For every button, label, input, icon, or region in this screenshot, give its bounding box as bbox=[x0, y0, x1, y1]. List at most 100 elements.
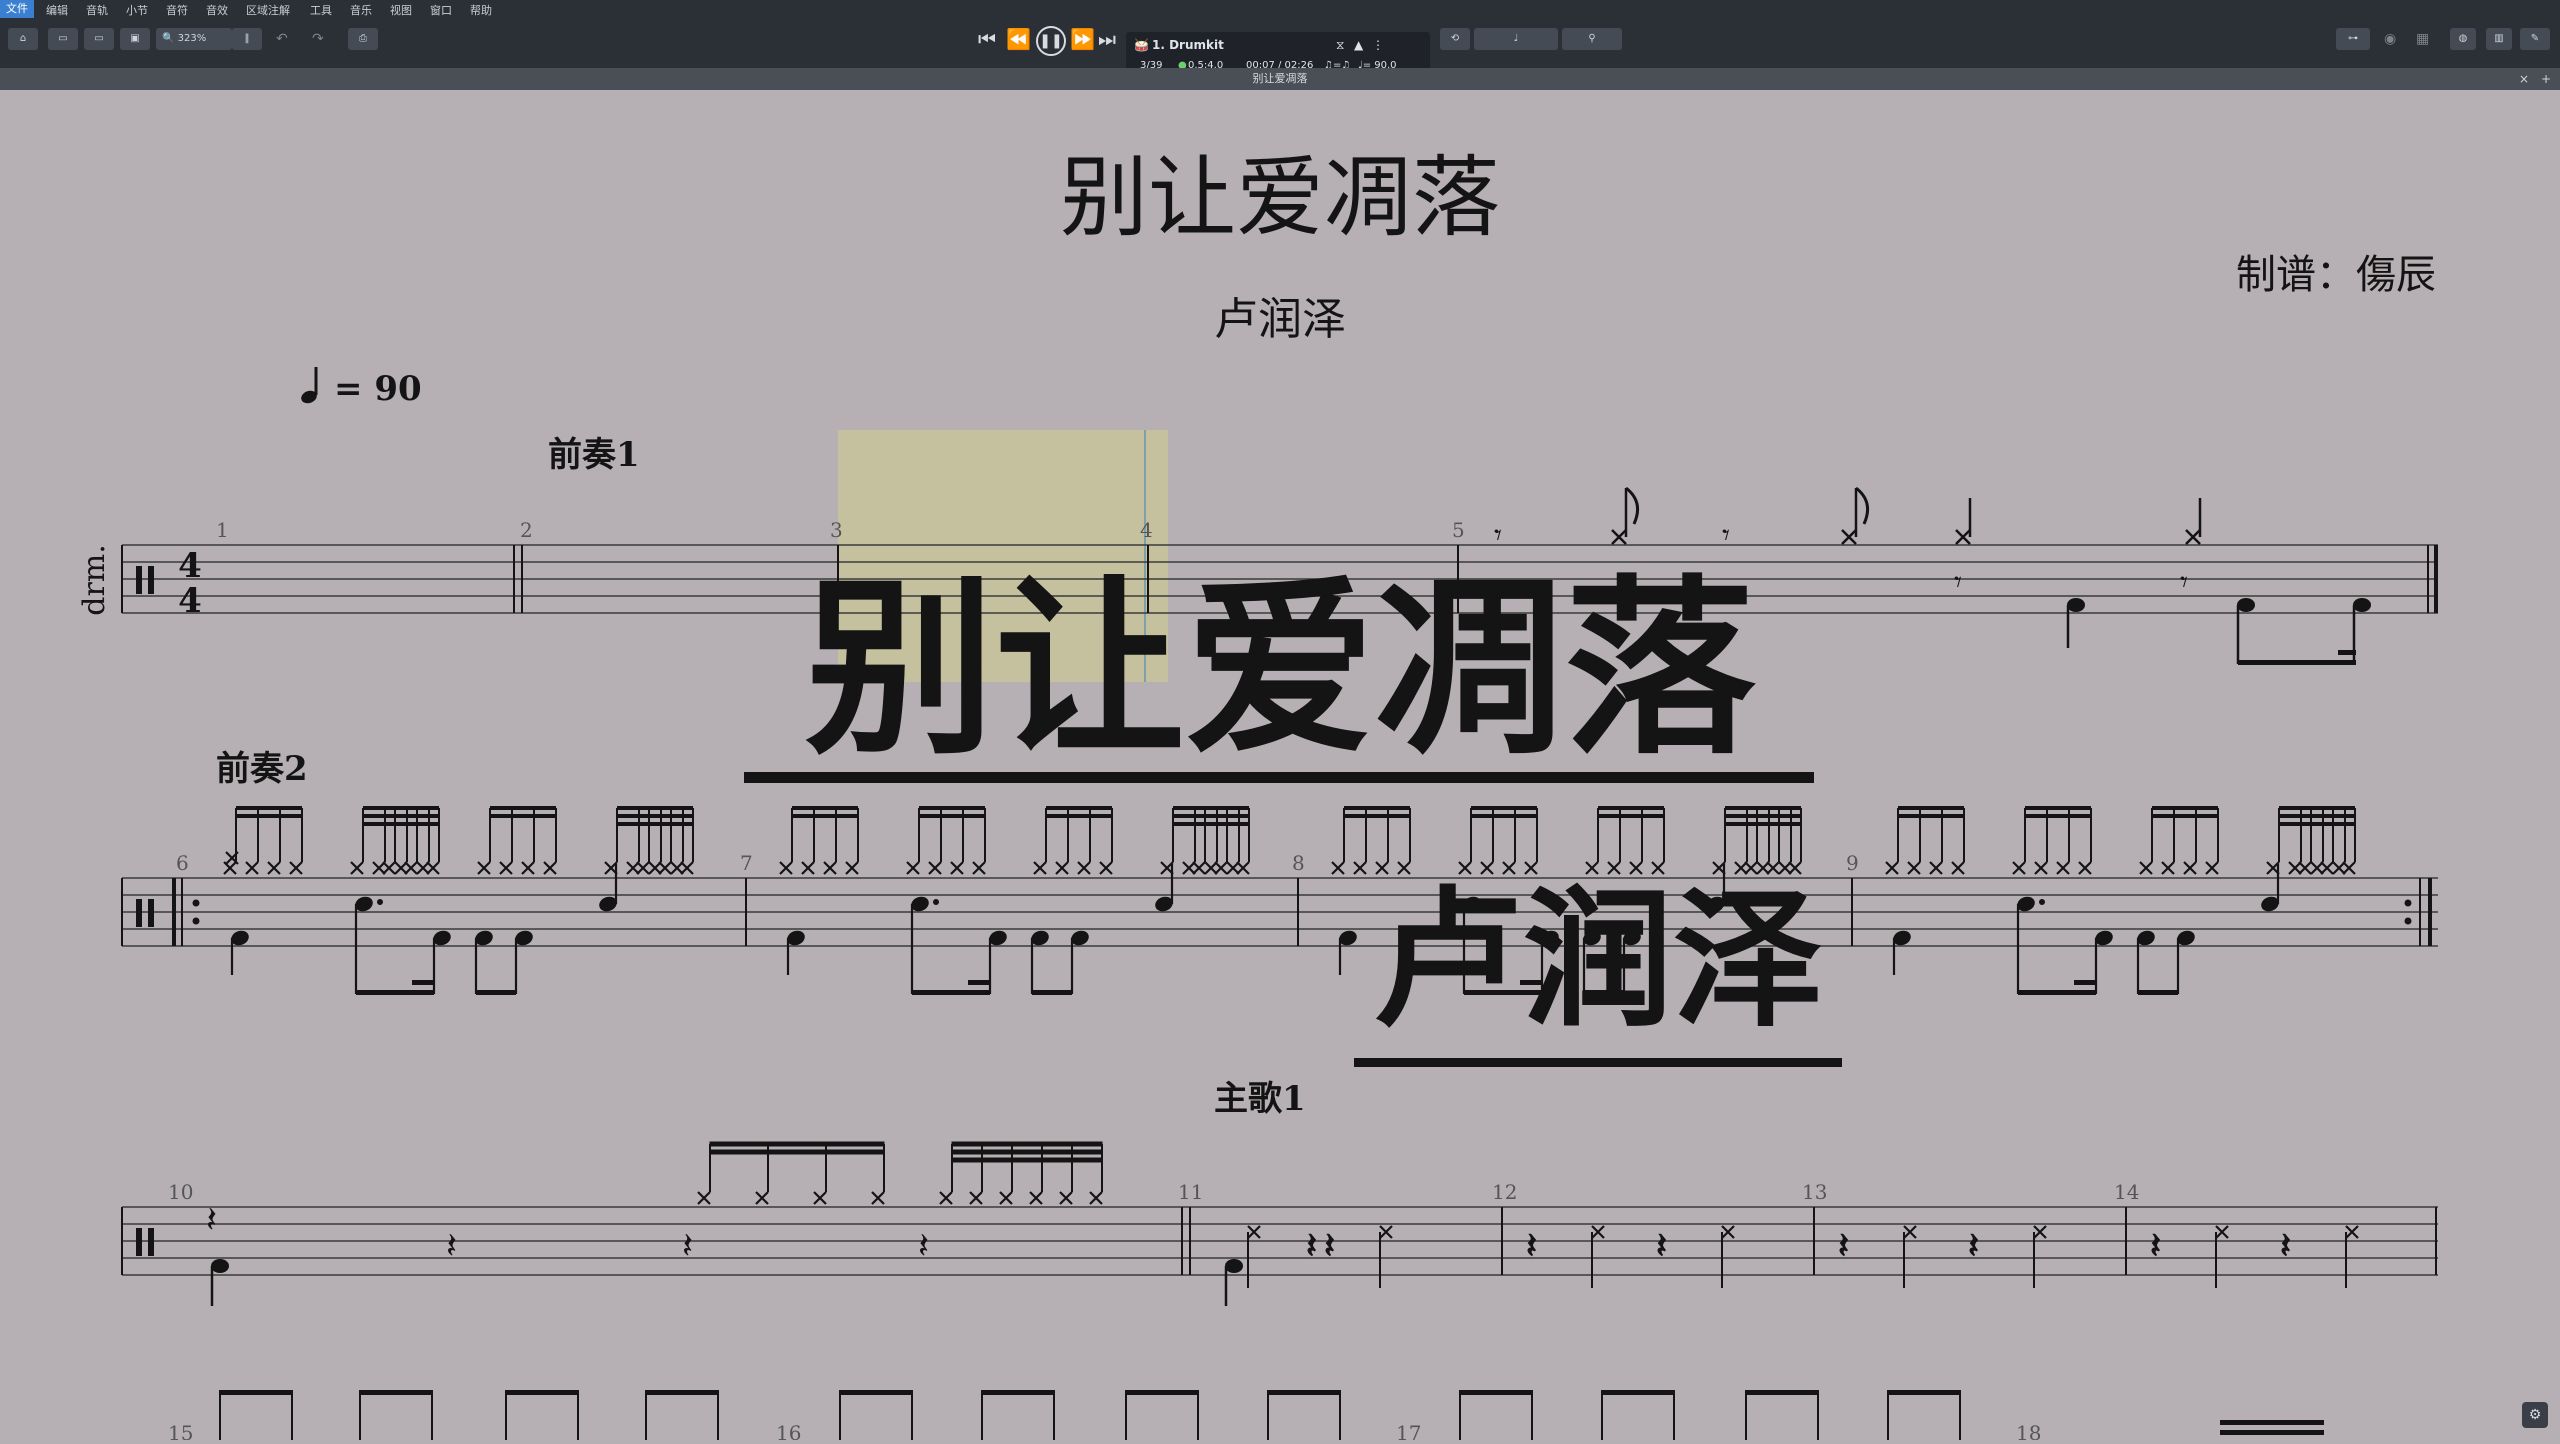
cymbal-note bbox=[499, 861, 513, 875]
score-canvas[interactable]: 别让爱凋落 卢润泽 制谱：傷辰 = 90 前奏1 前奏2 主歌1 drm. 4 … bbox=[0, 92, 2560, 1444]
loop-button[interactable]: ⟲ bbox=[1440, 28, 1470, 50]
note bbox=[1955, 529, 1971, 545]
layout-page-button[interactable]: ▭ bbox=[84, 28, 114, 50]
percussion-clef bbox=[136, 899, 154, 927]
measure-number: 10 bbox=[168, 1180, 193, 1204]
cymbal-note bbox=[477, 861, 491, 875]
cymbal-note bbox=[1903, 1225, 1917, 1239]
metronome-icon[interactable]: ⧖ bbox=[1336, 38, 1344, 53]
home-button[interactable]: ⌂ bbox=[8, 28, 38, 50]
close-tab-button[interactable]: × bbox=[2514, 68, 2534, 90]
beam bbox=[1173, 806, 1249, 810]
zoom-select[interactable]: 🔍 323% bbox=[156, 28, 232, 50]
cymbal-note bbox=[1182, 861, 1196, 875]
redo-button[interactable]: ↷ bbox=[312, 28, 324, 50]
menu-effects[interactable]: 音效 bbox=[206, 2, 228, 18]
new-tab-button[interactable]: + bbox=[2536, 68, 2556, 90]
print-button[interactable]: ⎙ bbox=[348, 28, 378, 50]
cymbal-note bbox=[1055, 861, 1069, 875]
menu-note[interactable]: 音符 bbox=[166, 2, 188, 18]
beam bbox=[792, 814, 858, 818]
cymbal-note bbox=[350, 861, 364, 875]
dot bbox=[377, 899, 383, 905]
measure-number: 4 bbox=[1140, 518, 1153, 542]
note bbox=[2185, 529, 2201, 545]
beam bbox=[363, 822, 439, 826]
cymbal-note bbox=[950, 861, 964, 875]
toolbar: ⌂ ▭ ▭ ▣ 🔍 323% ‖ ↶ ↷ ⎙ ⏮ ⏪ ❚❚ ⏩ ⏭ 🥁 1. D… bbox=[0, 18, 2560, 82]
menu-view[interactable]: 视图 bbox=[390, 2, 412, 18]
rewind-button[interactable]: ⏪ bbox=[1006, 28, 1031, 50]
verse-hats bbox=[697, 1141, 1103, 1205]
dot bbox=[2039, 899, 2045, 905]
mic-button[interactable]: ◉ bbox=[2384, 28, 2396, 50]
menu-sound[interactable]: 音乐 bbox=[350, 2, 372, 18]
beam bbox=[1344, 806, 1410, 810]
cymbal-note bbox=[1204, 861, 1218, 875]
menu-help[interactable]: 帮助 bbox=[470, 2, 492, 18]
pause-button[interactable]: ❚❚ bbox=[1036, 26, 1066, 56]
beam bbox=[2074, 980, 2096, 985]
menu-tools[interactable]: 工具 bbox=[310, 2, 332, 18]
overlay-title-underline bbox=[744, 772, 1814, 783]
cymbal-note bbox=[2288, 861, 2302, 875]
go-start-button[interactable]: ⏮ bbox=[978, 28, 996, 50]
corner-settings-button[interactable]: ⚙ bbox=[2522, 1402, 2548, 1428]
cymbal-note bbox=[289, 861, 303, 875]
track-name[interactable]: 1. Drumkit bbox=[1152, 38, 1224, 52]
fretboard-icon: ▥ bbox=[2494, 33, 2504, 44]
beam bbox=[2238, 660, 2356, 665]
speed-select[interactable]: ♩ bbox=[1474, 28, 1558, 50]
beam bbox=[617, 814, 693, 818]
beam bbox=[2338, 650, 2356, 655]
cymbal-note bbox=[1951, 861, 1965, 875]
countin-icon[interactable]: ▲ bbox=[1354, 38, 1363, 52]
fast-forward-button[interactable]: ⏩ bbox=[1070, 28, 1095, 50]
cymbal-note bbox=[1885, 861, 1899, 875]
cymbal-note bbox=[1059, 1191, 1073, 1205]
beam bbox=[840, 1390, 912, 1395]
drum-view-button[interactable]: ◍ bbox=[2450, 28, 2476, 50]
edit-mode-button[interactable]: ✎ bbox=[2520, 28, 2550, 50]
rest: 𝄽 bbox=[1324, 1226, 1335, 1267]
menu-bar-item[interactable]: 小节 bbox=[126, 2, 148, 18]
beam bbox=[1032, 990, 1072, 995]
layout-screen-button[interactable]: ▣ bbox=[120, 28, 150, 50]
beam bbox=[951, 1141, 1103, 1147]
beam bbox=[1898, 806, 1964, 810]
beam bbox=[951, 1157, 1103, 1163]
note bbox=[2237, 598, 2255, 612]
menu-window[interactable]: 窗口 bbox=[430, 2, 452, 18]
rest: 𝄽 bbox=[1656, 1226, 1667, 1267]
drum-icon: ◍ bbox=[2458, 33, 2468, 44]
cymbal-note bbox=[372, 861, 386, 875]
cymbal-note bbox=[426, 861, 440, 875]
beam bbox=[2025, 814, 2091, 818]
beam bbox=[1173, 822, 1249, 826]
undo-button[interactable]: ↶ bbox=[276, 28, 288, 50]
beam bbox=[363, 814, 439, 818]
menu-track[interactable]: 音轨 bbox=[86, 2, 108, 18]
beam bbox=[968, 980, 990, 985]
layout-mode-button[interactable]: ‖ bbox=[232, 28, 262, 50]
menu-edit[interactable]: 编辑 bbox=[46, 2, 68, 18]
document-tab[interactable]: 别让爱凋落 bbox=[1253, 72, 1308, 85]
menu-sections[interactable]: 区域注解 bbox=[246, 2, 290, 18]
score-artist: 卢润泽 bbox=[1214, 294, 1346, 345]
more-icon[interactable]: ⋮ bbox=[1372, 38, 1384, 52]
beam bbox=[1898, 814, 1964, 818]
go-end-button[interactable]: ⏭ bbox=[1098, 28, 1116, 50]
keyboard-button[interactable]: ▦ bbox=[2416, 28, 2429, 50]
cymbal-note bbox=[636, 861, 650, 875]
mixer-icon: ⊶ bbox=[2348, 33, 2358, 44]
menu-file[interactable]: 文件 bbox=[0, 0, 34, 18]
panel-toggle-button[interactable]: ▭ bbox=[48, 28, 78, 50]
pitch-select[interactable]: ⚲ bbox=[1562, 28, 1622, 50]
fretboard-button[interactable]: ▥ bbox=[2486, 28, 2512, 50]
beam bbox=[1471, 806, 1537, 810]
beam bbox=[1268, 1390, 1340, 1395]
cymbal-note bbox=[382, 861, 396, 875]
mixer-button[interactable]: ⊶ bbox=[2336, 28, 2370, 50]
beam bbox=[912, 990, 990, 995]
measure-number: 6 bbox=[176, 851, 189, 875]
